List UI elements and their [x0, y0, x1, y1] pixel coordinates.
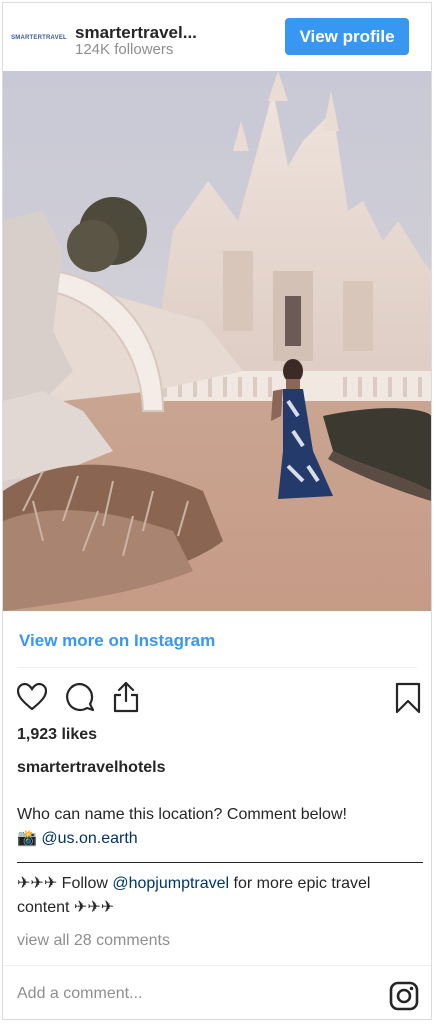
bookmark-icon[interactable]	[395, 682, 421, 714]
post-caption: Who can name this location? Comment belo…	[17, 803, 423, 920]
caption-credit: 📸 @us.on.earth	[17, 827, 423, 851]
follow-handle-link[interactable]: @hopjumptravel	[112, 875, 229, 892]
comment-icon[interactable]	[63, 682, 95, 712]
camera-icon: 📸	[17, 830, 37, 847]
caption-follow-line: ✈✈✈ Follow @hopjumptravel for more epic …	[17, 872, 423, 920]
view-profile-button[interactable]: View profile	[285, 18, 409, 55]
likes-count[interactable]: 1,923 likes	[17, 726, 97, 744]
airplane-icons-text: ✈✈✈ Follow	[17, 875, 113, 892]
instagram-icon[interactable]	[389, 981, 419, 1011]
post-header: SMARTERTRAVEL smartertravel... 124K foll…	[3, 3, 431, 73]
post-image[interactable]	[3, 71, 431, 611]
post-username[interactable]: smartertravelhotels	[17, 759, 166, 777]
heart-icon[interactable]	[17, 683, 47, 711]
share-icon[interactable]	[111, 681, 141, 713]
add-comment-input[interactable]: Add a comment...	[17, 985, 142, 1003]
caption-underline-separator	[17, 862, 423, 863]
caption-question: Who can name this location? Comment belo…	[17, 806, 347, 823]
avatar-logo-text: SMARTERTRAVEL	[11, 35, 67, 41]
instagram-embed-card: SMARTERTRAVEL smartertravel... 124K foll…	[2, 2, 432, 1020]
view-all-comments-link[interactable]: view all 28 comments	[17, 932, 170, 950]
post-actions	[3, 679, 431, 719]
followers-count: 124K followers	[75, 41, 174, 58]
divider	[17, 667, 417, 668]
temple-photo	[3, 71, 431, 611]
account-avatar[interactable]: SMARTERTRAVEL	[11, 25, 67, 51]
account-name[interactable]: smartertravel...	[75, 23, 197, 43]
view-more-on-instagram-link[interactable]: View more on Instagram	[19, 631, 215, 651]
credit-handle-link[interactable]: @us.on.earth	[41, 830, 137, 847]
divider	[3, 965, 431, 966]
